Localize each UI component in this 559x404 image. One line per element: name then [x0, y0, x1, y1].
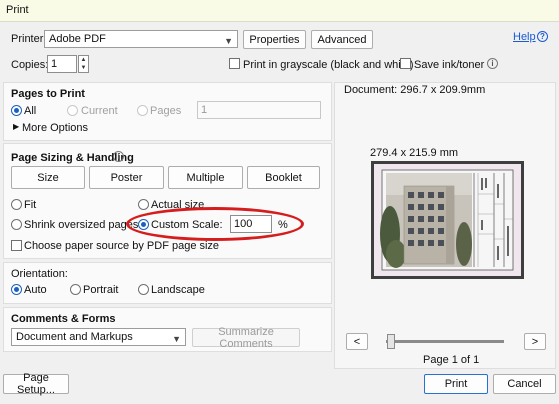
- next-page-button[interactable]: >: [524, 333, 546, 350]
- page-slider-thumb[interactable]: [387, 334, 395, 349]
- preview-page-frame: [371, 161, 524, 279]
- fit-label: Fit: [24, 199, 37, 211]
- page-size-label: 279.4 x 215.9 mm: [370, 147, 459, 159]
- page-setup-button[interactable]: Page Setup...: [3, 372, 69, 396]
- printer-label: Printer:: [11, 33, 47, 45]
- choose-paper-label: Choose paper source by PDF page size: [24, 240, 220, 252]
- shrink-label: Shrink oversized pages: [24, 219, 139, 231]
- save-ink-checkbox[interactable]: [400, 58, 411, 69]
- orientation-heading: Orientation:: [11, 268, 68, 280]
- chevron-down-icon: ▼: [172, 334, 181, 344]
- more-options-toggle[interactable]: More Options: [22, 122, 88, 134]
- help-icon[interactable]: ?: [537, 31, 548, 42]
- grayscale-label: Print in grayscale (black and white): [243, 59, 414, 71]
- comments-select[interactable]: Document and Markups ▼: [11, 328, 186, 346]
- orientation-landscape-label: Landscape: [151, 284, 205, 296]
- fit-radio[interactable]: [11, 199, 22, 210]
- pages-current-radio[interactable]: [67, 105, 78, 116]
- orientation-landscape-radio[interactable]: [138, 284, 149, 295]
- shrink-radio[interactable]: [11, 219, 22, 230]
- cancel-button[interactable]: Cancel: [493, 374, 556, 394]
- window-title: Print: [6, 4, 29, 16]
- save-ink-label: Save ink/toner: [414, 59, 485, 71]
- actual-size-radio[interactable]: [138, 199, 149, 210]
- tab-poster[interactable]: Poster: [89, 166, 164, 189]
- comments-heading: Comments & Forms: [11, 313, 116, 325]
- properties-button[interactable]: Properties: [243, 30, 306, 49]
- choose-paper-checkbox[interactable]: [11, 240, 22, 251]
- preview-image: [374, 164, 521, 276]
- info-icon[interactable]: i: [113, 151, 124, 162]
- printer-value: Adobe PDF: [49, 33, 106, 45]
- comments-value: Document and Markups: [16, 331, 133, 343]
- chevron-down-icon: ▼: [224, 36, 233, 46]
- orientation-auto-radio[interactable]: [11, 284, 22, 295]
- help-link[interactable]: Help: [513, 31, 536, 43]
- copies-input[interactable]: 1: [47, 55, 77, 73]
- pages-all-radio[interactable]: [11, 105, 22, 116]
- copies-label: Copies:: [11, 59, 49, 71]
- pages-to-print-heading: Pages to Print: [11, 88, 85, 100]
- copies-stepper[interactable]: ▲ ▼: [78, 55, 89, 73]
- tab-booklet[interactable]: Booklet: [247, 166, 320, 189]
- pages-range-input[interactable]: 1: [197, 101, 321, 119]
- stepper-up-icon[interactable]: ▲: [79, 56, 88, 64]
- title-bar: Print: [0, 0, 559, 22]
- orientation-portrait-radio[interactable]: [70, 284, 81, 295]
- document-size-label: Document: 296.7 x 209.9mm: [344, 84, 486, 96]
- stepper-down-icon[interactable]: ▼: [79, 64, 88, 72]
- print-button[interactable]: Print: [424, 374, 488, 394]
- grayscale-checkbox[interactable]: [229, 58, 240, 69]
- summarize-comments-button[interactable]: Summarize Comments: [192, 326, 300, 350]
- orientation-portrait-label: Portrait: [83, 284, 119, 296]
- tab-size[interactable]: Size: [11, 166, 85, 189]
- info-icon[interactable]: i: [487, 58, 498, 69]
- triangle-right-icon[interactable]: ▶: [13, 122, 19, 131]
- advanced-button[interactable]: Advanced: [311, 30, 373, 49]
- tab-multiple[interactable]: Multiple: [168, 166, 243, 189]
- pages-range-radio[interactable]: [137, 105, 148, 116]
- pages-all-label: All: [24, 105, 37, 117]
- orientation-auto-label: Auto: [24, 284, 47, 296]
- page-indicator: Page 1 of 1: [423, 354, 480, 366]
- previous-page-button[interactable]: <: [346, 333, 368, 350]
- highlight-annotation: [126, 207, 304, 241]
- pages-range-label: Pages: [150, 105, 182, 117]
- printer-select[interactable]: Adobe PDF ▼: [44, 30, 238, 48]
- preview-page: [374, 164, 521, 276]
- page-slider-track[interactable]: [386, 340, 504, 343]
- pages-current-label: Current: [81, 105, 118, 117]
